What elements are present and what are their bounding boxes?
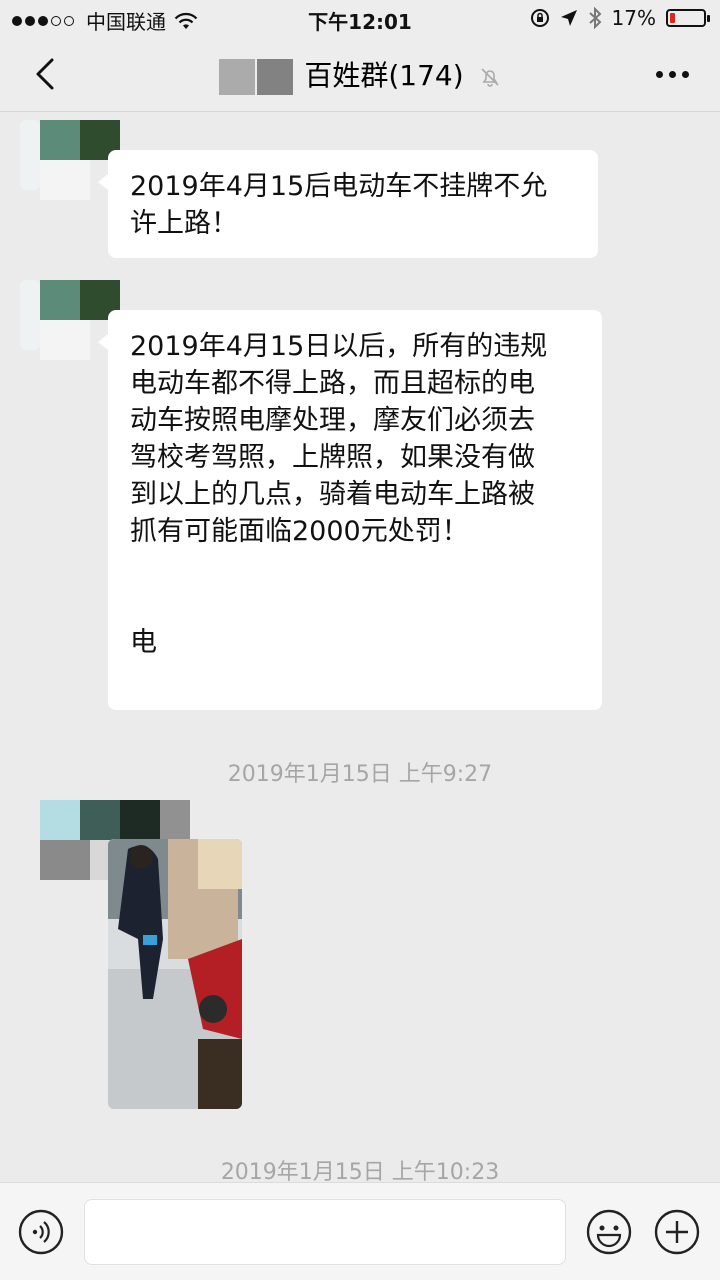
title-redacted-block <box>219 59 256 95</box>
image-message[interactable] <box>108 839 242 1109</box>
message-text-line: 许上路！ <box>130 208 238 239</box>
nav-bar: 百姓群(174) <box>0 36 720 112</box>
message-text-line: 动车按照电摩处理，摩友们必须去 <box>130 405 535 436</box>
location-arrow-icon <box>560 10 577 26</box>
battery-fill <box>670 13 675 23</box>
message-text-line: 2019年4月15日以后，所有的违规 <box>130 331 548 362</box>
voice-icon[interactable] <box>16 1207 66 1257</box>
message-text-line: 抓有可能面临2000元处罚！ <box>130 516 469 547</box>
message-text-line: 驾校考驾照，上牌照，如果没有做 <box>130 442 535 473</box>
message-list[interactable]: 2019年4月15后电动车不挂牌不允 许上路！ 2019年4月15日以后，所有的… <box>0 112 720 1185</box>
battery-icon <box>666 9 710 27</box>
chat-title-area[interactable]: 百姓群(174) <box>0 54 720 95</box>
message-timestamp: 2019年1月15日 上午9:27 <box>227 762 493 787</box>
message-bubble[interactable]: 2019年4月15后电动车不挂牌不允 许上路！ <box>98 150 598 258</box>
title-redacted-block <box>257 59 294 95</box>
battery-percent: 17% <box>611 6 656 30</box>
orientation-lock-icon <box>530 9 549 27</box>
emoji-icon[interactable] <box>584 1207 634 1257</box>
input-bar <box>0 1182 720 1280</box>
bell-slash-icon <box>480 68 499 87</box>
bluetooth-icon <box>588 7 601 29</box>
sender-avatar[interactable] <box>0 280 120 360</box>
more-options-icon[interactable] <box>656 62 696 86</box>
chat-screen: 中国联通 下午12:01 17% 百姓群(174) 2019年4月15后电动车不… <box>0 0 720 1280</box>
photo-thumbnail-icon <box>108 839 242 1109</box>
message-bubble[interactable]: 2019年4月15日以后，所有的违规 电动车都不得上路，而且超标的电 动车按照电… <box>98 310 602 710</box>
plus-circle-icon[interactable] <box>652 1207 702 1257</box>
status-bar: 中国联通 下午12:01 17% <box>0 0 720 36</box>
message-text-line: 到以上的几点，骑着电动车上路被 <box>130 479 535 510</box>
message-text-line: 电动车都不得上路，而且超标的电 <box>130 368 535 399</box>
message-text-line: 2019年4月15后电动车不挂牌不允 <box>130 171 548 202</box>
sender-avatar[interactable] <box>0 120 120 200</box>
status-right: 17% <box>530 6 710 30</box>
message-text-line: 电 <box>130 627 157 658</box>
chat-title: 百姓群(174) <box>304 59 464 92</box>
message-input[interactable] <box>84 1199 566 1265</box>
